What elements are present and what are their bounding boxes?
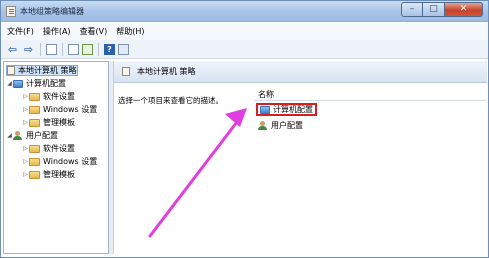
export-icon[interactable] xyxy=(82,43,93,55)
column-header-name[interactable]: 名称 xyxy=(254,89,486,101)
minimize-button[interactable]: – xyxy=(401,2,423,17)
tree-node-label: 用户配置 xyxy=(26,131,58,140)
tree-node-user-config[interactable]: ◢ 用户配置 xyxy=(6,130,58,141)
collapsed-arrow-icon[interactable]: ▷ xyxy=(22,119,29,126)
close-button[interactable]: ✕ xyxy=(445,2,483,17)
tree-node-label: Windows 设置 xyxy=(43,105,98,114)
forward-arrow-icon[interactable]: ⇨ xyxy=(22,43,35,56)
tree-node-user-admin-templates[interactable]: ▷ 管理模板 xyxy=(22,169,75,180)
tree-node-label: 本地计算机 策略 xyxy=(18,66,77,75)
collapsed-arrow-icon[interactable]: ▷ xyxy=(22,106,29,113)
list-item-user-config[interactable]: 用户配置 xyxy=(258,120,303,131)
maximize-button[interactable]: □ xyxy=(423,2,445,17)
tree-node-label: 管理模板 xyxy=(43,118,75,127)
folder-icon xyxy=(29,105,40,114)
help-icon[interactable]: ? xyxy=(104,43,115,55)
collapsed-arrow-icon[interactable]: ▷ xyxy=(22,171,29,178)
show-tree-icon[interactable] xyxy=(46,43,57,55)
back-arrow-icon[interactable]: ⇦ xyxy=(6,43,19,56)
folder-icon xyxy=(29,92,40,101)
user-icon xyxy=(13,131,23,140)
collapsed-arrow-icon[interactable]: ▷ xyxy=(22,158,29,165)
navigation-tree[interactable]: 本地计算机 策略 ◢ 计算机配置 ▷ 软件设置 ▷ Windows 设置 ▷ 管… xyxy=(3,61,109,254)
toolbar-separator xyxy=(98,42,99,56)
menu-file[interactable]: 文件(F) xyxy=(7,26,34,37)
tree-node-label: 软件设置 xyxy=(43,92,75,101)
tree-node-user-software-settings[interactable]: ▷ 软件设置 xyxy=(22,143,75,154)
window-title: 本地组策略编辑器 xyxy=(20,7,84,16)
folder-icon xyxy=(29,157,40,166)
console-icon[interactable] xyxy=(118,43,129,55)
app-window: 本地组策略编辑器 – □ ✕ 文件(F) 操作(A) 查看(V) 帮助(H) ⇦… xyxy=(0,0,489,258)
menu-help[interactable]: 帮助(H) xyxy=(116,26,144,37)
folder-icon xyxy=(29,144,40,153)
tree-node-windows-settings[interactable]: ▷ Windows 设置 xyxy=(22,104,97,115)
details-title: 本地计算机 策略 xyxy=(137,67,196,76)
user-icon xyxy=(258,121,268,130)
list-item-label: 用户配置 xyxy=(271,121,303,130)
tree-node-user-windows-settings[interactable]: ▷ Windows 设置 xyxy=(22,156,97,167)
menu-action[interactable]: 操作(A) xyxy=(43,26,71,37)
toolbar: ⇦ ⇨ ? xyxy=(1,40,488,59)
computer-icon xyxy=(13,79,23,88)
details-pane: 本地计算机 策略 选择一个项目来查看它的描述。 名称 计算机配置 用户配置 xyxy=(113,61,487,254)
properties-icon[interactable] xyxy=(68,43,79,55)
expanded-arrow-icon[interactable]: ◢ xyxy=(6,132,13,139)
title-bar[interactable]: 本地组策略编辑器 – □ ✕ xyxy=(1,1,488,22)
tree-node-local-policy[interactable]: 本地计算机 策略 xyxy=(6,65,78,76)
list-item-label: 计算机配置 xyxy=(273,105,313,114)
tree-node-label: 软件设置 xyxy=(43,144,75,153)
list-item-computer-config[interactable]: 计算机配置 xyxy=(256,103,317,116)
policy-editor-icon xyxy=(6,6,16,17)
toolbar-separator xyxy=(62,42,63,56)
folder-icon xyxy=(29,118,40,127)
window-controls: – □ ✕ xyxy=(401,2,483,17)
expanded-arrow-icon[interactable]: ◢ xyxy=(6,80,13,87)
toolbar-separator xyxy=(40,42,41,56)
collapsed-arrow-icon[interactable]: ▷ xyxy=(22,145,29,152)
policy-document-icon xyxy=(122,67,130,76)
policy-document-icon xyxy=(7,66,15,75)
description-text: 选择一个项目来查看它的描述。 xyxy=(118,96,223,105)
details-header: 本地计算机 策略 xyxy=(114,61,487,83)
tree-node-software-settings[interactable]: ▷ 软件设置 xyxy=(22,91,75,102)
tree-node-computer-config[interactable]: ◢ 计算机配置 xyxy=(6,78,66,89)
folder-icon xyxy=(29,170,40,179)
tree-node-label: Windows 设置 xyxy=(43,157,98,166)
menu-view[interactable]: 查看(V) xyxy=(80,26,108,37)
computer-icon xyxy=(260,105,270,114)
collapsed-arrow-icon[interactable]: ▷ xyxy=(22,93,29,100)
menu-bar: 文件(F) 操作(A) 查看(V) 帮助(H) xyxy=(1,23,488,40)
tree-node-admin-templates[interactable]: ▷ 管理模板 xyxy=(22,117,75,128)
tree-node-label: 管理模板 xyxy=(43,170,75,179)
tree-node-label: 计算机配置 xyxy=(26,79,66,88)
